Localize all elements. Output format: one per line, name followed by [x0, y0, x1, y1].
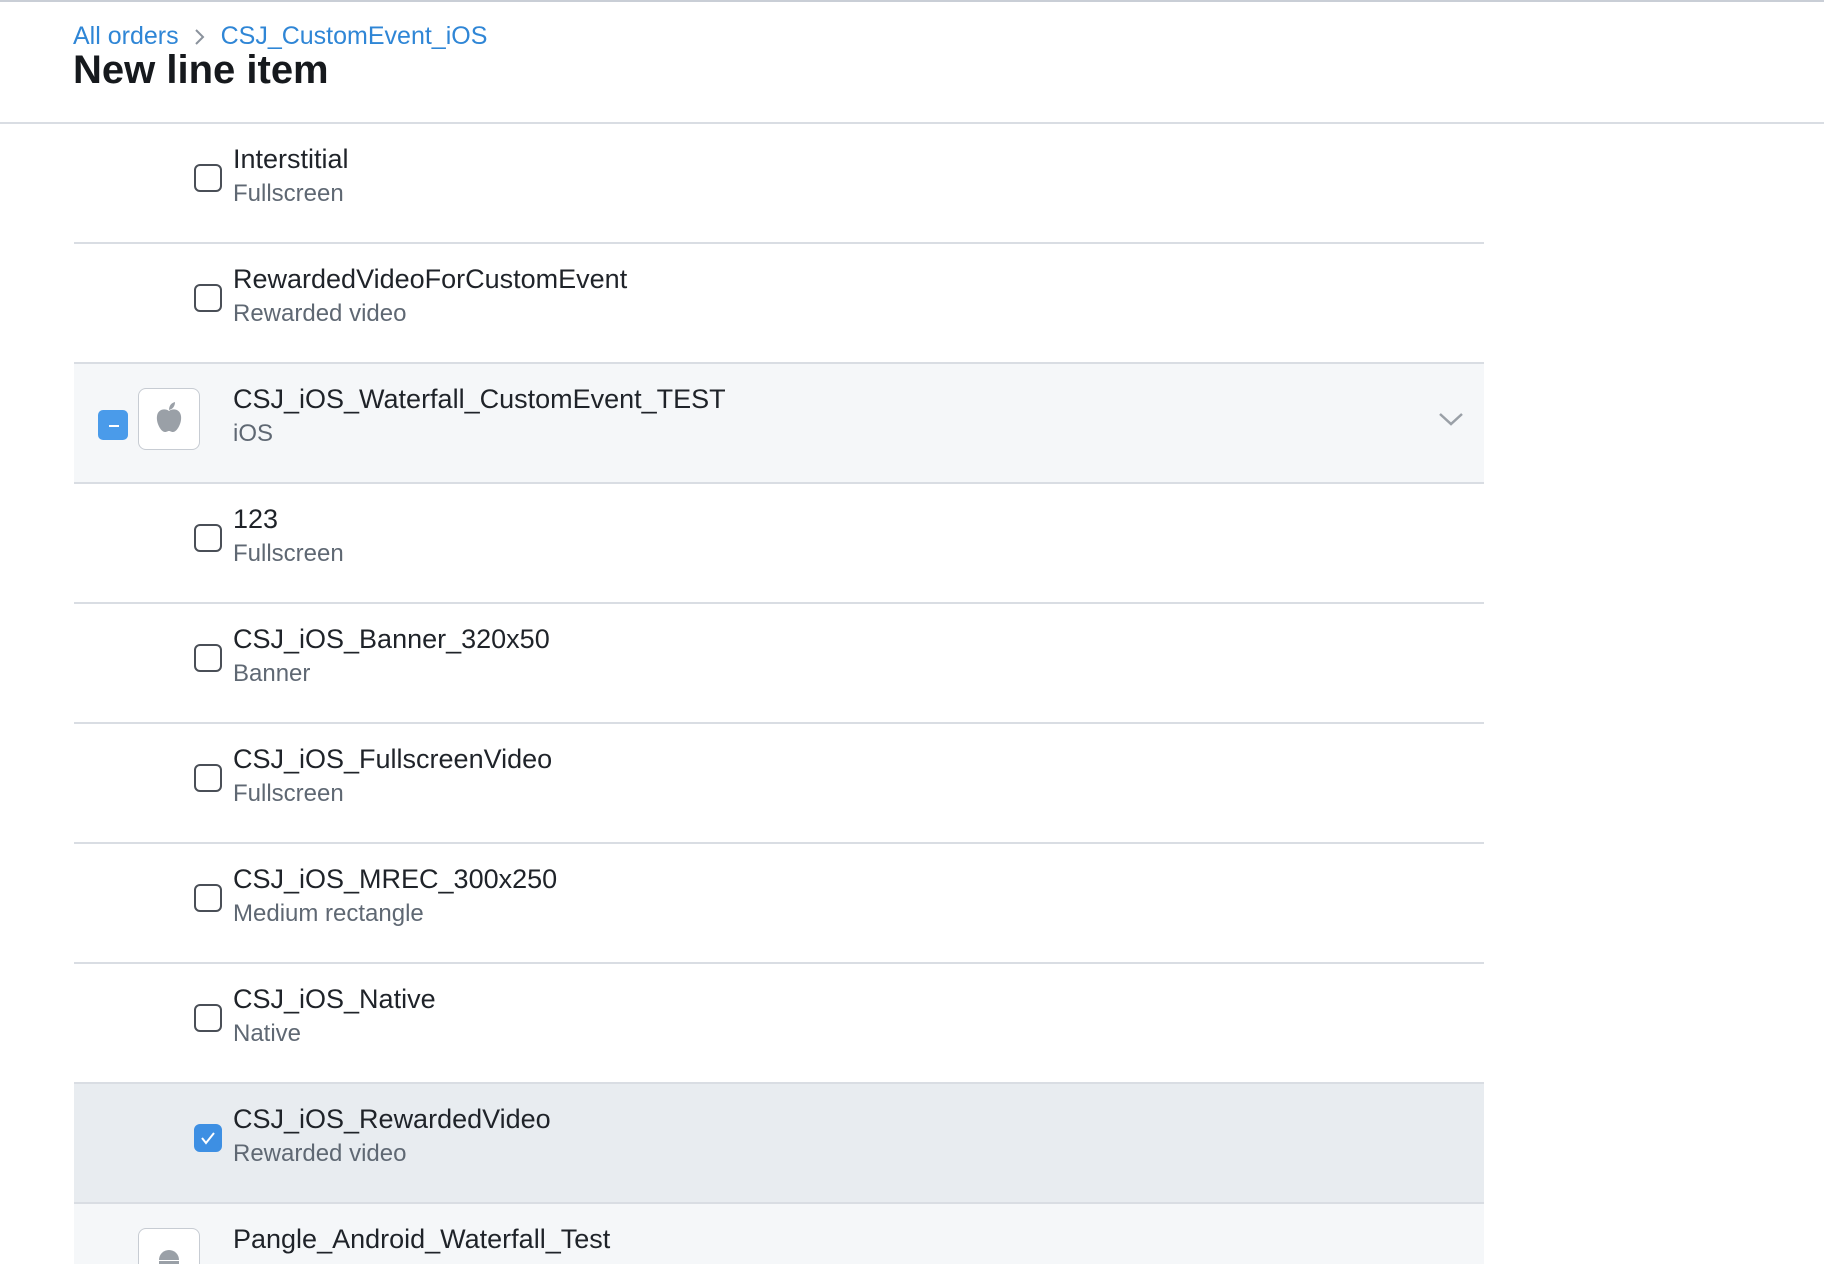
android-icon [138, 1228, 200, 1264]
ad-unit-checkbox[interactable] [194, 524, 222, 552]
ad-unit-name: CSJ_iOS_RewardedVideo [233, 1104, 551, 1134]
breadcrumb: All orders CSJ_CustomEvent_iOS [73, 22, 487, 51]
breadcrumb-all-orders-link[interactable]: All orders [73, 22, 179, 51]
apple-icon [138, 388, 200, 450]
app-group-checkbox[interactable] [98, 410, 128, 440]
app-group-row[interactable]: CSJ_iOS_Waterfall_CustomEvent_TEST iOS [74, 364, 1484, 484]
page-header: All orders CSJ_CustomEvent_iOS New line … [0, 0, 1824, 124]
ad-unit-format: Rewarded video [233, 1140, 407, 1167]
ad-unit-name: CSJ_iOS_MREC_300x250 [233, 864, 558, 894]
list-item[interactable]: Interstitial Fullscreen [74, 124, 1484, 244]
list-item-selected[interactable]: CSJ_iOS_RewardedVideo Rewarded video [74, 1084, 1484, 1204]
ad-unit-name: 123 [233, 504, 279, 534]
ad-unit-format: Medium rectangle [233, 900, 424, 927]
ad-unit-format: Native [233, 1020, 302, 1047]
list-item[interactable]: CSJ_iOS_FullscreenVideo Fullscreen [74, 724, 1484, 844]
list-item[interactable]: CSJ_iOS_Native Native [74, 964, 1484, 1084]
app-name: Pangle_Android_Waterfall_Test [233, 1224, 611, 1254]
apple-logo-icon [156, 402, 182, 432]
ad-unit-checkbox-checked[interactable] [194, 1124, 222, 1152]
ad-unit-format: Fullscreen [233, 540, 344, 567]
app-group-row[interactable]: Pangle_Android_Waterfall_Test [74, 1204, 1484, 1264]
ad-unit-name: CSJ_iOS_FullscreenVideo [233, 744, 553, 774]
ad-unit-format: Fullscreen [233, 780, 344, 807]
ad-unit-name: CSJ_iOS_Native [233, 984, 436, 1014]
chevron-right-icon [194, 28, 205, 45]
list-item[interactable]: RewardedVideoForCustomEvent Rewarded vid… [74, 244, 1484, 364]
ad-unit-format: Fullscreen [233, 180, 344, 207]
ad-unit-name: CSJ_iOS_Banner_320x50 [233, 624, 550, 654]
breadcrumb-order-link[interactable]: CSJ_CustomEvent_iOS [221, 22, 488, 51]
ad-unit-checkbox[interactable] [194, 284, 222, 312]
ad-unit-checkbox[interactable] [194, 164, 222, 192]
ad-unit-checkbox[interactable] [194, 644, 222, 672]
ad-unit-checkbox[interactable] [194, 1004, 222, 1032]
page-title: New line item [73, 48, 329, 92]
app-name: CSJ_iOS_Waterfall_CustomEvent_TEST [233, 384, 726, 414]
ad-unit-checkbox[interactable] [194, 764, 222, 792]
app-platform: iOS [233, 420, 274, 447]
android-logo-icon [159, 1250, 179, 1264]
list-item[interactable]: CSJ_iOS_MREC_300x250 Medium rectangle [74, 844, 1484, 964]
checkmark-icon [201, 1132, 215, 1145]
ad-unit-format: Rewarded video [233, 300, 407, 327]
list-item[interactable]: 123 Fullscreen [74, 484, 1484, 604]
indeterminate-mark [109, 425, 119, 427]
ad-unit-name: Interstitial [233, 144, 349, 174]
ad-unit-format: Banner [233, 660, 311, 687]
ad-unit-list: Interstitial Fullscreen RewardedVideoFor… [74, 124, 1484, 1264]
ad-unit-checkbox[interactable] [194, 884, 222, 912]
ad-unit-name: RewardedVideoForCustomEvent [233, 264, 628, 294]
list-item[interactable]: CSJ_iOS_Banner_320x50 Banner [74, 604, 1484, 724]
chevron-down-icon[interactable] [1436, 408, 1466, 430]
